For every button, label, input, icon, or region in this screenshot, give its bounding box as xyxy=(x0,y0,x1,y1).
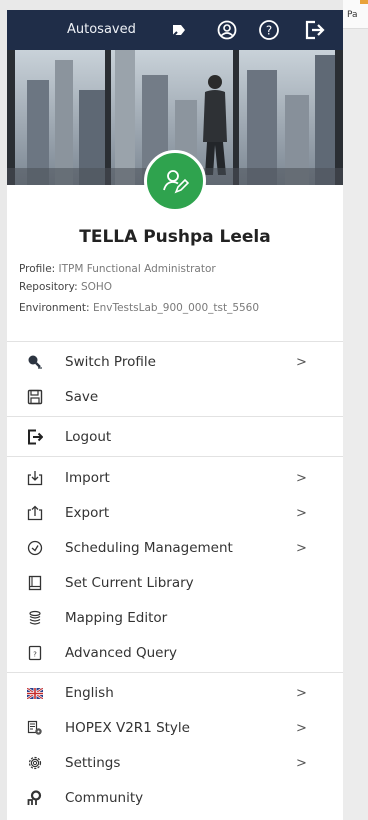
background-accent xyxy=(360,0,368,4)
chevron-right-icon: > xyxy=(296,720,307,736)
repository-key: Repository: xyxy=(19,281,78,293)
menu-item-label: Save xyxy=(65,389,99,405)
divider xyxy=(7,456,343,457)
menu-item-label: Settings xyxy=(65,755,121,771)
divider xyxy=(7,416,343,417)
menu-item-label: English xyxy=(65,685,114,701)
user-menu-panel: Autosaved ? TELLA Pushpa Leela Profile: … xyxy=(7,10,343,820)
menu-item-export[interactable]: Export > xyxy=(7,496,343,530)
divider xyxy=(7,672,343,673)
chevron-right-icon: > xyxy=(296,540,307,556)
menu-item-label: Mapping Editor xyxy=(65,610,168,626)
clock-icon xyxy=(27,540,43,556)
profile-key: Profile: xyxy=(19,263,56,275)
menu-item-label: Community xyxy=(65,790,144,806)
switch-profile-icon xyxy=(27,354,43,370)
chevron-right-icon: > xyxy=(296,354,307,370)
user-circle-icon[interactable] xyxy=(215,18,239,42)
svg-text:?: ? xyxy=(266,24,272,38)
avatar[interactable] xyxy=(144,150,206,212)
menu-item-import[interactable]: Import > xyxy=(7,461,343,495)
menu-item-label: Scheduling Management xyxy=(65,540,233,556)
menu-item-label: HOPEX V2R1 Style xyxy=(65,720,190,736)
menu-item-scheduling-management[interactable]: Scheduling Management > xyxy=(7,531,343,565)
menu-item-logout[interactable]: Logout xyxy=(7,420,343,454)
uk-flag-icon xyxy=(27,685,43,701)
menu-item-advanced-query[interactable]: ? Advanced Query xyxy=(7,636,343,670)
background-area xyxy=(343,0,368,820)
environment-key: Environment: xyxy=(19,302,90,314)
chevron-right-icon: > xyxy=(296,505,307,521)
profile-info-row: Profile: ITPM Functional Administrator xyxy=(19,263,216,275)
export-icon xyxy=(27,505,43,521)
help-icon[interactable]: ? xyxy=(257,18,281,42)
background-window-edge: Pa xyxy=(343,0,368,29)
layers-icon xyxy=(27,610,43,626)
top-bar: Autosaved ? xyxy=(7,10,343,50)
repository-info-row: Repository: SOHO xyxy=(19,281,112,293)
environment-value: EnvTestsLab_900_000_tst_5560 xyxy=(92,302,260,314)
menu-item-style[interactable]: HOPEX V2R1 Style > xyxy=(7,711,343,745)
chevron-right-icon: > xyxy=(296,470,307,486)
menu-item-label: Logout xyxy=(65,429,112,445)
svg-text:?: ? xyxy=(33,651,37,659)
menu-item-label: Advanced Query xyxy=(65,645,178,661)
background-text: Pa xyxy=(347,10,358,20)
gear-icon xyxy=(27,755,43,771)
autosaved-status: Autosaved xyxy=(67,22,136,37)
query-icon: ? xyxy=(27,645,43,661)
divider xyxy=(7,341,343,342)
menu-item-english[interactable]: English > xyxy=(7,676,343,710)
logout-icon[interactable] xyxy=(302,18,326,42)
menu-item-label: Set Current Library xyxy=(65,575,194,591)
menu-item-switch-profile[interactable]: Switch Profile > xyxy=(7,345,343,379)
repository-value: SOHO xyxy=(80,281,113,293)
import-icon xyxy=(27,470,43,486)
style-icon xyxy=(27,720,43,736)
menu-item-label: Switch Profile xyxy=(65,354,156,370)
menu-item-set-current-library[interactable]: Set Current Library xyxy=(7,566,343,600)
user-name: TELLA Pushpa Leela xyxy=(79,227,271,247)
chevron-right-icon: > xyxy=(296,685,307,701)
menu-item-label: Export xyxy=(65,505,110,521)
menu-item-settings[interactable]: Settings > xyxy=(7,746,343,780)
menu-item-community[interactable]: Community xyxy=(7,781,343,815)
community-icon xyxy=(27,790,43,806)
environment-info-row: Environment: EnvTestsLab_900_000_tst_556… xyxy=(19,302,259,314)
user-edit-icon xyxy=(163,170,190,194)
menu-item-label: Import xyxy=(65,470,110,486)
library-icon xyxy=(27,575,43,591)
pin-icon[interactable] xyxy=(167,18,191,42)
chevron-right-icon: > xyxy=(296,755,307,771)
save-icon xyxy=(27,389,43,405)
menu-item-save[interactable]: Save xyxy=(7,380,343,414)
menu-item-mapping-editor[interactable]: Mapping Editor xyxy=(7,601,343,635)
logout-icon xyxy=(27,429,43,445)
profile-value: ITPM Functional Administrator xyxy=(58,263,216,275)
